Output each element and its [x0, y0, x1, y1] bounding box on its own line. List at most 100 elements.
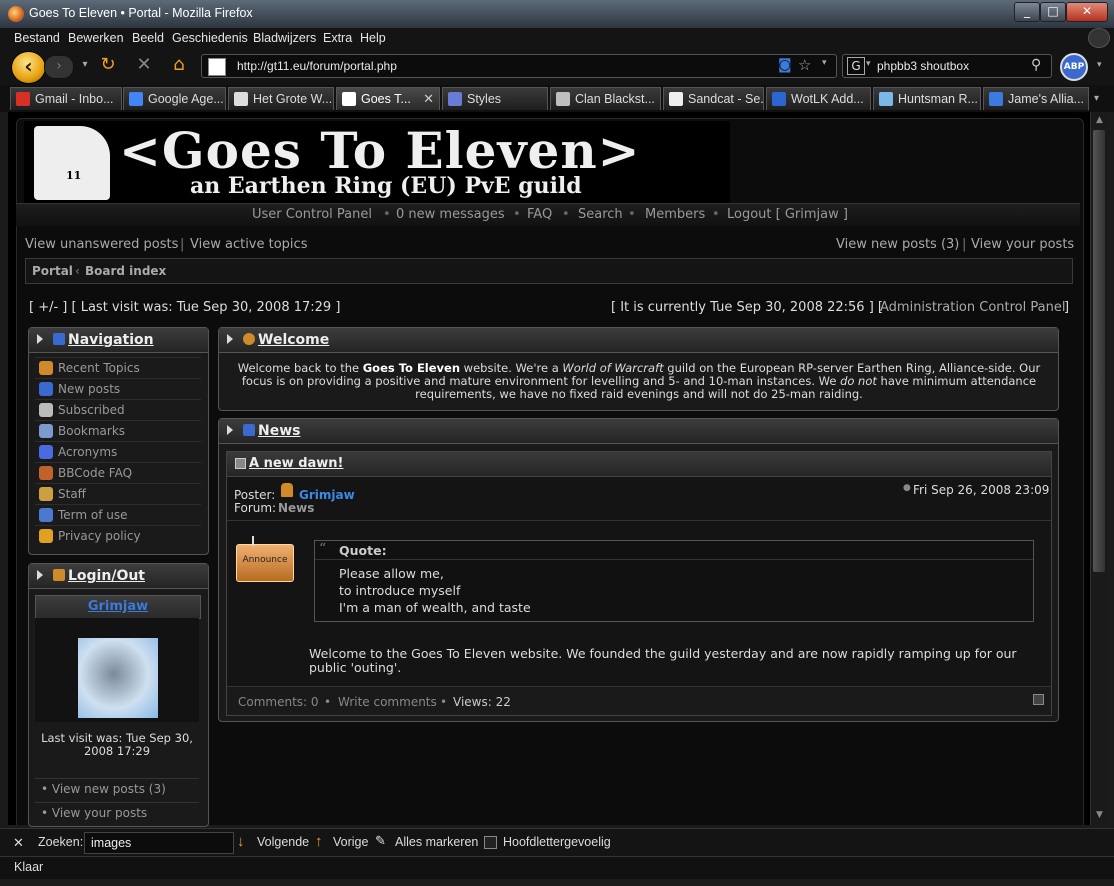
find-next-icon[interactable]: ↓: [237, 833, 245, 850]
nav-item-label[interactable]: New posts: [58, 382, 120, 396]
active-topics-link[interactable]: View active topics: [190, 237, 307, 252]
tab-item[interactable]: Gmail - Inbo...: [10, 87, 122, 110]
nav-item-label[interactable]: Term of use: [58, 508, 128, 522]
nav-item-label[interactable]: Recent Topics: [58, 361, 140, 375]
view-your-posts-link[interactable]: • View your posts: [41, 806, 147, 820]
admin-control-panel-link[interactable]: Administration Control Panel: [880, 300, 1065, 315]
adblock-plus-icon[interactable]: ABP: [1060, 53, 1088, 81]
nav-item-label[interactable]: Privacy policy: [58, 529, 141, 543]
tab-label[interactable]: Huntsman R...: [898, 92, 978, 106]
menu-help[interactable]: Help: [360, 31, 386, 45]
scroll-up-icon[interactable]: ▲: [1094, 115, 1105, 127]
site-banner[interactable]: 11 <Goes To Eleven> an Earthen Ring (EU)…: [24, 121, 730, 203]
home-icon[interactable]: ⌂: [168, 54, 190, 76]
nav-item-label[interactable]: BBCode FAQ: [58, 466, 132, 480]
comments-link[interactable]: Comments: 0: [238, 695, 319, 709]
bookmark-star-icon[interactable]: ☆: [798, 56, 811, 74]
members-link[interactable]: Members: [645, 207, 705, 222]
history-dropdown-icon[interactable]: ▾: [74, 54, 96, 76]
breadcrumb-board-index[interactable]: Board index: [85, 264, 166, 278]
search-engine-dropdown-icon[interactable]: ▾: [866, 59, 871, 69]
find-previous-icon[interactable]: ↑: [315, 833, 323, 850]
nav-item[interactable]: Staff: [35, 483, 201, 504]
logout-link[interactable]: Logout [ Grimjaw ]: [727, 207, 848, 222]
nav-item[interactable]: New posts: [35, 378, 201, 399]
tab-label[interactable]: Gmail - Inbo...: [35, 92, 114, 106]
tab-label[interactable]: Google Age...: [148, 92, 224, 106]
tab-label[interactable]: Goes T...: [361, 92, 411, 106]
search-engine-icon[interactable]: G: [847, 57, 865, 75]
tab-close-icon[interactable]: ✕: [423, 91, 434, 107]
menu-bladwijzers[interactable]: Bladwijzers: [253, 31, 316, 45]
messages-link[interactable]: 0 new messages: [396, 207, 505, 222]
nav-item[interactable]: Subscribed: [35, 399, 201, 420]
scroll-down-icon[interactable]: ▼: [1094, 810, 1105, 822]
stop-icon[interactable]: ✕: [133, 54, 155, 76]
welcome-panel-header[interactable]: Welcome: [219, 328, 1058, 353]
collapse-arrow-icon[interactable]: [37, 570, 43, 580]
collapse-arrow-icon[interactable]: [227, 425, 233, 435]
nav-item[interactable]: Privacy policy: [35, 525, 201, 546]
breadcrumb-portal[interactable]: Portal: [32, 264, 73, 278]
nav-item[interactable]: BBCode FAQ: [35, 462, 201, 483]
url-bar[interactable]: http://gt11.eu/forum/portal.php ◙ ☆ ▾: [201, 54, 837, 78]
find-input-value[interactable]: images: [91, 836, 131, 850]
search-input[interactable]: phpbb3 shoutbox: [877, 59, 969, 73]
login-panel-header[interactable]: Login/Out: [29, 564, 208, 589]
collapse-arrow-icon[interactable]: [37, 334, 43, 344]
highlight-all-button[interactable]: Alles markeren: [395, 835, 478, 849]
menu-extra[interactable]: Extra: [323, 31, 352, 45]
menu-bestand[interactable]: Bestand: [14, 31, 60, 45]
write-comments-link[interactable]: Write comments: [338, 695, 437, 709]
tab-label[interactable]: Het Grote W...: [253, 92, 332, 106]
maximize-button[interactable]: □: [1040, 2, 1066, 22]
tab-item[interactable]: Goes T... ✕: [336, 87, 440, 110]
url-text[interactable]: http://gt11.eu/forum/portal.php: [237, 59, 397, 73]
navigation-title[interactable]: Navigation: [68, 332, 154, 348]
forum-link[interactable]: News: [278, 501, 314, 515]
post-title-link[interactable]: A new dawn!: [249, 456, 343, 471]
tab-item[interactable]: Het Grote W...: [228, 87, 334, 110]
nav-item-label[interactable]: Bookmarks: [58, 424, 125, 438]
url-dropdown-icon[interactable]: ▾: [822, 58, 827, 68]
menu-bewerken[interactable]: Bewerken: [68, 31, 124, 45]
tab-label[interactable]: Styles: [467, 92, 501, 106]
news-title[interactable]: News: [258, 423, 300, 439]
search-go-icon[interactable]: ⚲: [1031, 57, 1041, 73]
rss-feed-icon[interactable]: ◙: [778, 57, 792, 73]
back-button[interactable]: ‹: [11, 51, 46, 84]
find-previous-button[interactable]: Vorige: [333, 835, 368, 849]
find-bar-close-icon[interactable]: ✕: [13, 835, 24, 851]
forward-button[interactable]: ›: [44, 55, 74, 79]
tab-label[interactable]: Jame's Allia...: [1008, 92, 1084, 106]
reload-icon[interactable]: ↻: [97, 54, 119, 76]
tab-list-icon[interactable]: ▾: [1094, 93, 1099, 104]
minimize-button[interactable]: _: [1014, 2, 1040, 22]
tab-item[interactable]: Clan Blackst...: [550, 87, 661, 110]
new-posts-link[interactable]: View new posts (3): [836, 237, 959, 252]
tab-item[interactable]: Jame's Allia...: [983, 87, 1089, 110]
scrollbar-thumb[interactable]: [1093, 130, 1105, 572]
tab-item[interactable]: Styles: [442, 87, 548, 110]
search-link[interactable]: Search: [578, 207, 623, 222]
unanswered-posts-link[interactable]: View unanswered posts: [25, 237, 178, 252]
collapse-arrow-icon[interactable]: [227, 334, 233, 344]
close-button[interactable]: ✕: [1066, 2, 1108, 22]
login-title[interactable]: Login/Out: [68, 568, 145, 584]
faq-link[interactable]: FAQ: [527, 207, 552, 222]
tab-label[interactable]: Sandcat - Se...: [688, 92, 763, 106]
poster-name-link[interactable]: Grimjaw: [299, 488, 355, 502]
find-input[interactable]: images: [84, 832, 234, 854]
back-to-top-icon[interactable]: [1033, 694, 1044, 705]
abp-dropdown-icon[interactable]: ▾: [1097, 60, 1102, 70]
menu-geschiedenis[interactable]: Geschiedenis: [172, 31, 248, 45]
vertical-scrollbar[interactable]: ▲ ▼: [1090, 112, 1108, 825]
tab-label[interactable]: WotLK Add...: [791, 92, 864, 106]
nav-item[interactable]: Term of use: [35, 504, 201, 525]
nav-item[interactable]: Acronyms: [35, 441, 201, 462]
view-new-posts-link[interactable]: • View new posts (3): [41, 782, 166, 796]
match-case-label[interactable]: Hoofdlettergevoelig: [503, 835, 611, 849]
username-link[interactable]: Grimjaw: [88, 599, 148, 614]
nav-item[interactable]: Recent Topics: [35, 357, 201, 378]
nav-item-label[interactable]: Acronyms: [58, 445, 117, 459]
